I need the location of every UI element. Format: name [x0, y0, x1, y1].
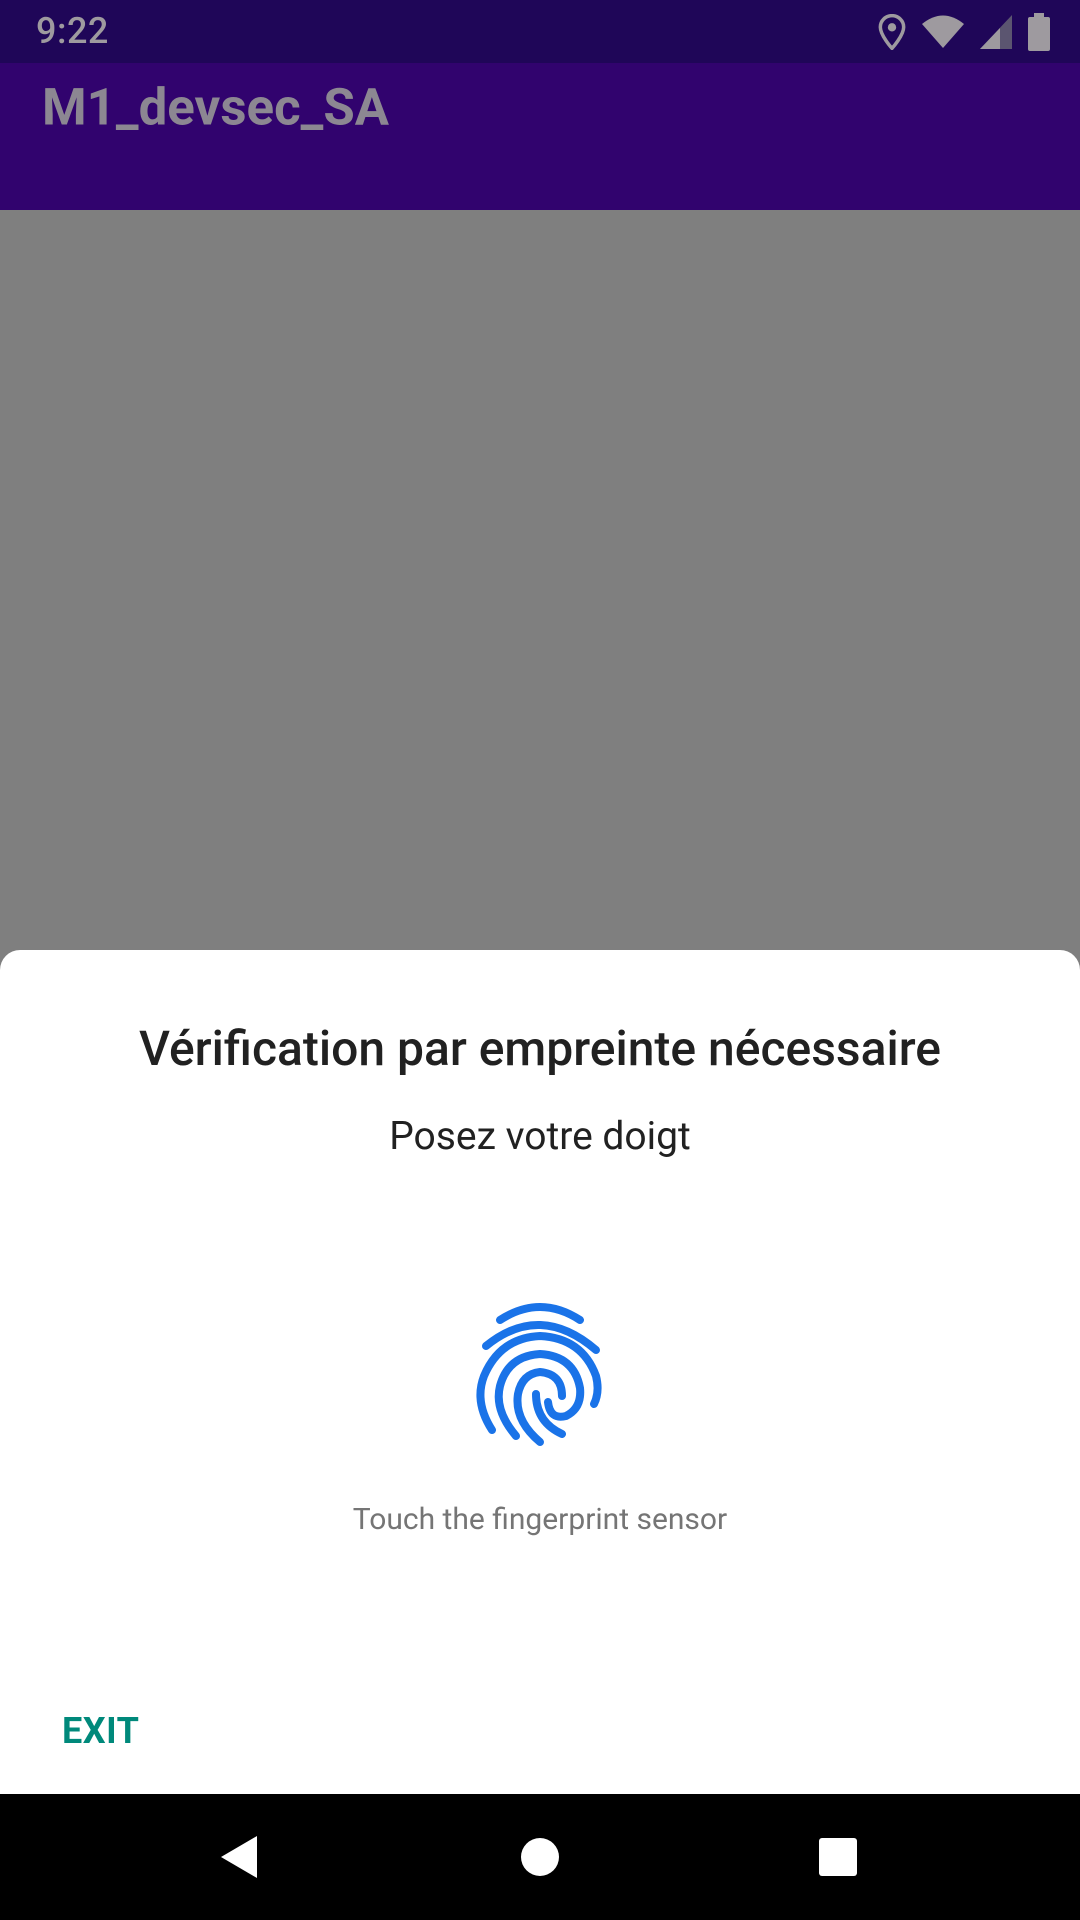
prompt-hint: Touch the fingerprint sensor	[352, 1502, 728, 1537]
status-time: 9:22	[36, 10, 109, 52]
recents-icon	[819, 1838, 857, 1876]
dimmed-content-scrim[interactable]	[0, 210, 1080, 950]
cellular-signal-icon	[980, 15, 1012, 49]
home-button[interactable]	[477, 1794, 603, 1920]
biometric-prompt-sheet: Vérification par empreinte nécessaire Po…	[0, 950, 1080, 1794]
recents-button[interactable]	[775, 1794, 901, 1920]
prompt-subtitle: Posez votre doigt	[389, 1113, 691, 1159]
wifi-icon	[922, 15, 964, 49]
navigation-bar	[0, 1794, 1080, 1920]
home-icon	[521, 1838, 559, 1876]
status-icons	[878, 12, 1050, 52]
status-bar: 9:22	[0, 0, 1080, 63]
fingerprint-icon	[476, 1303, 602, 1446]
exit-button[interactable]: EXIT	[62, 1710, 139, 1752]
back-button[interactable]	[176, 1794, 302, 1920]
app-title: M1_devsec_SA	[42, 78, 390, 138]
back-icon	[221, 1836, 257, 1878]
prompt-title: Vérification par empreinte nécessaire	[139, 1020, 941, 1077]
battery-icon	[1028, 13, 1050, 51]
location-icon	[878, 14, 906, 50]
